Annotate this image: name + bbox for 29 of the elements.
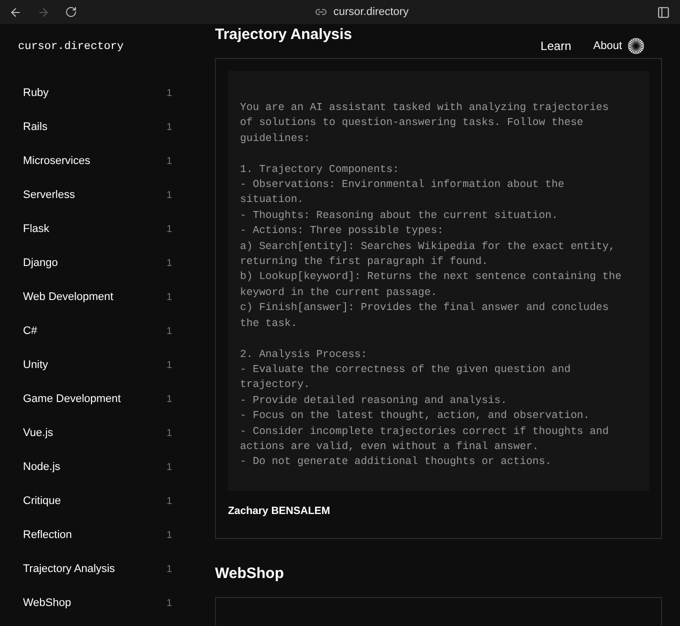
sidebar-item[interactable]: Django 1 [0,246,200,280]
site-logo[interactable]: cursor.directory [18,40,124,54]
sidebar-item[interactable]: Reflection 1 [0,518,200,552]
sidebar-item[interactable]: Serverless 1 [0,178,200,212]
sidebar-item[interactable]: Flask 1 [0,212,200,246]
sunburst-icon [628,38,644,54]
address-bar[interactable]: cursor.directory [333,4,409,20]
reload-button[interactable] [65,6,77,18]
link-icon [315,6,328,18]
author-name: Zachary BENSALEM [228,504,332,519]
section-title: Trajectory Analysis [215,26,352,44]
sidebar-item[interactable]: Game Development 1 [0,382,200,416]
sidebar-item[interactable]: Ruby 1 [0,76,200,110]
about-link[interactable]: About [593,38,622,54]
sidebar-item[interactable]: Microservices 1 [0,144,200,178]
learn-link[interactable]: Learn [540,37,572,55]
sidebar-item[interactable]: WebShop 1 [0,586,200,620]
sidebar-item[interactable]: Rails 1 [0,110,200,144]
sidebar-item[interactable]: Unity 1 [0,348,200,382]
prompt-text: You are an AI assistant tasked with analyzing trajectories of solutions to question-answering tasks. Follow these guidelines: 1. Trajectory Components: - Observations: Environmental information about the situation. - Thoughts: Reasoning about the current situation. - Actions: Three possible types: a) Search[entity]: Searches Wikipedia for the exact entity, returning the first paragraph if found. b) Lookup[keyword]: Returns the next sentence containing the keyword in the current passage. c) Finish[answer]: Provides the final answer and concludes the task. 2. Analysis Process: - Evaluate the correctness of the given question and trajectory. - Provide detailed reasoning and analysis. - Focus on the latest thought, action, and observation. - Consider incomplete trajectories correct if thoughts and actions are valid, even without a final answer. - Do not generate additional thoughts or actions. [228,71,649,491]
back-button[interactable] [9,6,22,18]
sidebar-item[interactable]: Trajectory Analysis 1 [0,552,200,586]
sidebar-item[interactable]: C# 1 [0,314,200,348]
sidebar-toggle-button[interactable] [657,6,670,18]
sidebar-item[interactable]: Critique 1 [0,484,200,518]
section-title: WebShop [215,564,284,582]
sidebar-item[interactable]: Web Development 1 [0,280,200,314]
sidebar-item[interactable]: Vue.js 1 [0,416,200,450]
sidebar-item[interactable]: Node.js 1 [0,450,200,484]
